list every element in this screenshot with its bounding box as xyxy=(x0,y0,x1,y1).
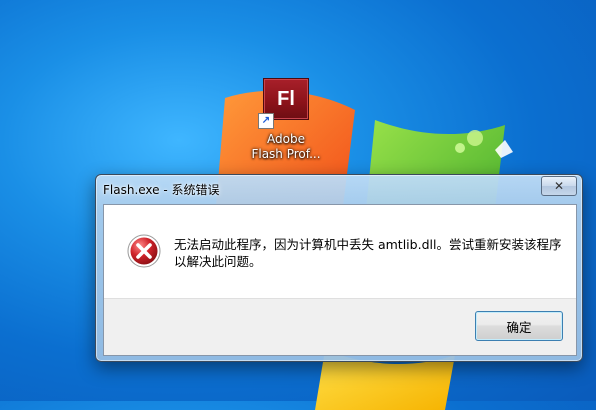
system-error-dialog: Flash.exe - 系统错误 ✕ 无法启动此程序，因为计算机中丢失 amtl… xyxy=(95,174,583,362)
desktop-icon-label-text: Adobe Flash Prof... xyxy=(251,132,321,161)
dialog-titlebar[interactable]: Flash.exe - 系统错误 ✕ xyxy=(96,175,582,203)
close-icon: ✕ xyxy=(553,179,565,193)
close-button[interactable]: ✕ xyxy=(541,176,577,196)
error-message-line-2: 以解决此问题。 xyxy=(174,254,262,269)
shortcut-arrow-icon: ↗ xyxy=(258,113,274,129)
desktop-icon-adobe-flash[interactable]: Fl ↗ Adobe Flash Prof... xyxy=(240,78,332,162)
error-message: 无法启动此程序，因为计算机中丢失 amtlib.dll。尝试重新安装该程序 以解… xyxy=(174,236,564,270)
ok-button-label: 确定 xyxy=(506,319,532,335)
dialog-title: Flash.exe - 系统错误 xyxy=(103,183,220,197)
dialog-client-area: 无法启动此程序，因为计算机中丢失 amtlib.dll。尝试重新安装该程序 以解… xyxy=(103,204,577,356)
desktop-icon-label: Adobe Flash Prof... xyxy=(240,132,332,162)
error-icon xyxy=(127,234,161,268)
flash-icon-glyph: Fl xyxy=(277,87,295,110)
flash-app-icon: Fl ↗ xyxy=(258,78,309,129)
error-message-line-1: 无法启动此程序，因为计算机中丢失 amtlib.dll。尝试重新安装该程序 xyxy=(174,237,562,252)
dialog-content: 无法启动此程序，因为计算机中丢失 amtlib.dll。尝试重新安装该程序 以解… xyxy=(104,205,576,299)
ok-button[interactable]: 确定 xyxy=(475,311,563,341)
